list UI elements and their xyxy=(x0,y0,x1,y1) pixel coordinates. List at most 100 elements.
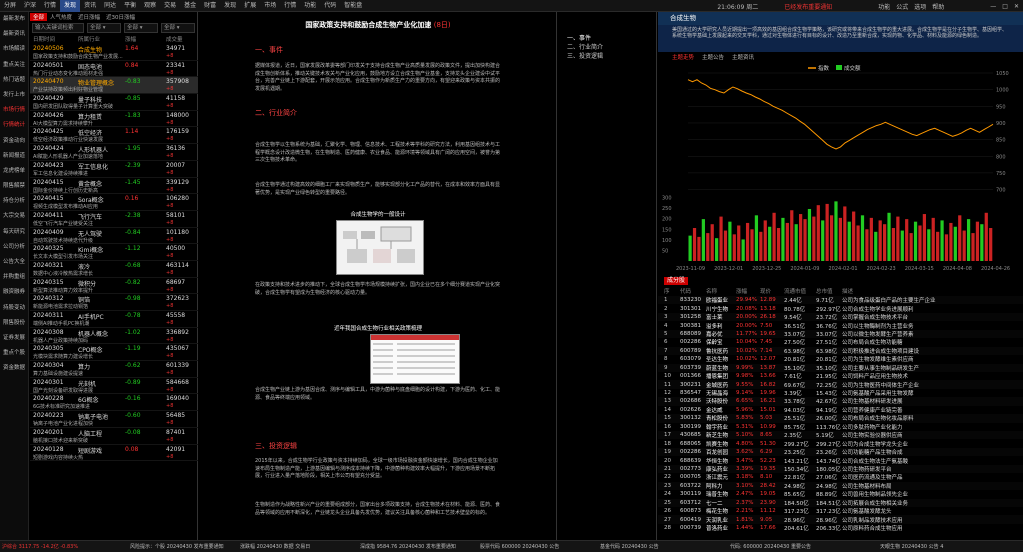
nav-item-2[interactable]: 市场解读 xyxy=(0,42,28,57)
list-item[interactable]: 20240325 Kimi概念 -1.12 40500 长文本大模型引发市场关注 +8 xyxy=(30,244,198,261)
table-row[interactable]: 6 002286 保龄宝 10.04% 7.45 27.50亿 27.51亿 公司布局合成生物… xyxy=(658,338,1023,346)
list-item[interactable]: 20240128 短剧游戏 0.08 42091 短剧游戏内容持续火热 +8 xyxy=(30,445,198,462)
minimize-icon[interactable]: — xyxy=(990,3,996,10)
list-item[interactable]: 20240228 6G概念 -0.16 169040 6G技术标准研究加速推进 +8 xyxy=(30,394,198,412)
col-vol[interactable]: 成交量 xyxy=(166,35,183,43)
list-item[interactable]: 20240304 算力 -0.62 601339 算力基础设施建设提速 +8 xyxy=(30,361,198,378)
table-row[interactable]: 5 688089 嘉必优 11.77% 19.65 33.07亿 33.07亿 公司以微生物发… xyxy=(658,329,1023,339)
list-item[interactable]: 20240223 钠离子电池 -0.60 56485 钠离子电池产业化进程加快 +8 xyxy=(30,411,198,428)
nav-item-22[interactable]: 重点个股 xyxy=(0,346,28,361)
table-row[interactable]: 3 301258 富士莱 20.00% 26.18 9.54亿 23.72亿 公司掌握合成生物… xyxy=(658,312,1023,322)
nav-item-21[interactable]: 证券发展 xyxy=(0,331,28,346)
th-1[interactable]: 代码 xyxy=(680,287,691,295)
tab-theme-news[interactable]: 主题资讯 xyxy=(732,53,754,61)
list-item[interactable]: 20240321 液冷 -0.68 463114 数据中心液冷散热需求增长 +8 xyxy=(30,261,198,278)
toc-item-3[interactable]: 三、投资逻辑 xyxy=(557,52,656,61)
nav-item-0[interactable]: 最新发布 xyxy=(0,12,28,27)
table-row[interactable]: 18 688065 凯赛生物 4.80% 51.30 299.27亿 299.27亿 公司为合… xyxy=(658,439,1023,448)
th-2[interactable]: 名称 xyxy=(706,287,717,295)
table-row[interactable]: 4 300381 溢多利 20.00% 7.50 36.51亿 36.76亿 公司以生物酶制剂… xyxy=(658,321,1023,330)
help-menu[interactable]: 帮助 xyxy=(932,2,944,11)
table-row[interactable]: 1 833230 欧福蛋业 29.94% 12.89 2.44亿 9.71亿 公司为食品级蛋白… xyxy=(658,296,1023,305)
nav-item-8[interactable]: 资金动向 xyxy=(0,134,28,149)
menu-item-12[interactable]: 扩展 xyxy=(240,0,260,12)
nav-item-10[interactable]: 龙虎榜单 xyxy=(0,164,28,179)
table-row[interactable]: 23 603722 阿科力 3.10% 28.42 24.98亿 24.98亿 公司生物基材料… xyxy=(658,481,1023,491)
list-item[interactable]: 20240425 低空经济 1.14 176159 低空经济政策推动行业快速发展 +8 xyxy=(30,127,198,145)
table-row[interactable]: 13 002686 沃特股份 6.65% 16.21 33.78亿 42.67亿 公司生物基材… xyxy=(658,397,1023,406)
table-row[interactable]: 9 603739 蔚蓝生物 9.99% 13.87 35.10亿 35.10亿 公司主要从事生… xyxy=(658,363,1023,372)
menu-item-17[interactable]: 智能盘 xyxy=(340,0,366,12)
nav-item-19[interactable]: 持股变动 xyxy=(0,301,28,316)
nav-item-3[interactable]: 重点关注 xyxy=(0,58,28,73)
list-tab-0[interactable]: 全部 xyxy=(30,12,48,21)
nav-item-5[interactable]: 发行上市 xyxy=(0,88,28,103)
menu-item-11[interactable]: 发现 xyxy=(220,0,240,12)
list-item[interactable]: 20240409 无人驾驶 -0.84 101180 自动驾驶技术持续迭代升级 +8 xyxy=(30,228,198,245)
nav-item-13[interactable]: 大宗交易 xyxy=(0,209,28,224)
nav-item-16[interactable]: 公告大全 xyxy=(0,255,28,270)
th-4[interactable]: 现价 xyxy=(760,287,771,295)
options-menu[interactable]: 选项 xyxy=(914,2,926,11)
list-item[interactable]: 20240470 物业管理概念 -0.83 357908 产业扶持政策频出利好物业管理 +… xyxy=(30,77,198,95)
nav-item-17[interactable]: 并购重组 xyxy=(0,270,28,285)
menu-item-5[interactable]: 同达 xyxy=(100,0,120,12)
tab-theme-notice[interactable]: 主题公告 xyxy=(702,53,724,61)
menu-item-3[interactable]: 发现 xyxy=(60,0,81,12)
constituents-tag[interactable]: 成分股 xyxy=(664,277,689,285)
menu-item-2[interactable]: 行情 xyxy=(40,0,60,12)
nav-item-14[interactable]: 每天研究 xyxy=(0,225,28,240)
maximize-icon[interactable]: □ xyxy=(1002,3,1008,10)
table-row[interactable]: 22 000705 浙江震元 3.18% 8.10 22.81亿 27.06亿 公司医药流通及… xyxy=(658,473,1023,481)
list-item[interactable]: 20240308 机器人概念 -1.02 336892 机器人产业政策持续加码 +8 xyxy=(30,328,198,345)
table-row[interactable]: 7 600789 鲁抗医药 10.02% 7.14 63.98亿 63.98亿 公司积极推进合… xyxy=(658,346,1023,356)
alert-text[interactable]: 已经发布重要通知 xyxy=(784,2,832,11)
nav-item-18[interactable]: 融资融券 xyxy=(0,285,28,300)
nav-item-11[interactable]: 限售解禁 xyxy=(0,179,28,194)
list-tab-1[interactable]: 人气热度 xyxy=(47,13,75,21)
list-tab-2[interactable]: 近日涨幅 xyxy=(75,13,103,21)
table-row[interactable]: 28 000739 普洛药业 1.44% 17.66 204.61亿 206.33亿 公司原料… xyxy=(658,524,1023,532)
list-item[interactable]: 20240201 人脑工程 -0.08 87401 脑机接口技术迎来新突破 +8 xyxy=(30,428,198,445)
table-row[interactable]: 8 603079 圣达生物 10.02% 12.07 20.81亿 20.81亿 公司为生物发… xyxy=(658,355,1023,363)
th-7[interactable]: 描述 xyxy=(842,287,853,295)
table-row[interactable]: 16 300199 翰宇药业 5.31% 10.99 85.75亿 113.76亿 公司多肽药… xyxy=(658,423,1023,431)
menu-item-16[interactable]: 代码 xyxy=(320,0,340,12)
list-item[interactable]: 20240429 量子科技 -0.85 41158 国内研发团队取得量子计算重大突破 +8 xyxy=(30,94,198,111)
th-6[interactable]: 总市值 xyxy=(816,287,833,295)
menu-item-9[interactable]: 基金 xyxy=(180,0,200,12)
list-item[interactable]: 20240506 合成生物 1.64 34971 国家政策支持和鼓励合成生物产业发展..… xyxy=(30,44,198,61)
nav-item-12[interactable]: 持仓分析 xyxy=(0,194,28,209)
table-row[interactable]: 21 002773 康弘药业 3.39% 19.35 150.34亿 180.05亿 公司生物… xyxy=(658,464,1023,474)
nav-item-15[interactable]: 公司分析 xyxy=(0,240,28,255)
menu-item-13[interactable]: 市场 xyxy=(260,0,280,12)
menu-item-0[interactable]: 分屏 xyxy=(0,0,20,12)
list-item[interactable]: 20240423 军工信息化 -2.39 20007 军工信息化建设持续推进 +8 xyxy=(30,161,198,178)
table-row[interactable]: 27 600419 天润乳业 1.81% 9.05 28.96亿 28.96亿 公司乳制品发酵… xyxy=(658,515,1023,524)
menu-item-4[interactable]: 资讯 xyxy=(80,0,100,12)
table-row[interactable]: 20 688639 华恒生物 3.47% 52.23 143.21亿 143.74亿 公司合成… xyxy=(658,456,1023,465)
list-item[interactable]: 20240415 黄金概念 -1.45 339129 国际金价持续上行创历史新高 +8 xyxy=(30,178,198,195)
list-item[interactable]: 20240426 算力租赁 -1.83 148000 AI大模型算力需求持续攀升 +8 xyxy=(30,111,198,128)
toc-item-2[interactable]: 二、行业简介 xyxy=(557,43,656,52)
list-tab-3[interactable]: 近30日涨幅 xyxy=(103,13,138,21)
nav-item-1[interactable]: 最新资讯 xyxy=(0,27,28,42)
nav-item-6[interactable]: 市场行情 xyxy=(0,103,28,118)
toc-item-1[interactable]: 一、事件 xyxy=(557,34,656,43)
th-0[interactable]: 序 xyxy=(664,287,670,295)
menu-item-14[interactable]: 行情 xyxy=(280,0,300,12)
menu-item-8[interactable]: 交易 xyxy=(160,0,180,12)
menu-item-7[interactable]: 观察 xyxy=(140,0,160,12)
list-item[interactable]: 20240305 CPO概念 -1.19 435067 光模块需求随算力建设增长 +8 xyxy=(30,344,198,362)
table-row[interactable]: 10 001366 播恩集团 9.98% 13.66 7.61亿 21.95亿 公司饲料产品应… xyxy=(658,372,1023,380)
list-item[interactable]: 20240301 光刻机 -0.89 584668 国产光刻设备研发取得进展 +8 xyxy=(30,378,198,395)
nav-item-9[interactable]: 新闻报道 xyxy=(0,149,28,164)
table-row[interactable]: 26 600873 梅花生物 2.21% 11.12 317.23亿 317.23亿 公司氨基… xyxy=(658,507,1023,515)
nav-item-7[interactable]: 行情统计 xyxy=(0,118,28,133)
list-item[interactable]: 20240424 人形机器人 -1.95 36136 AI赋能人形机器人产业加速落地 +8 xyxy=(30,144,198,161)
menu-item-6[interactable]: 平衡 xyxy=(120,0,140,12)
nav-item-20[interactable]: 限售股份 xyxy=(0,316,28,331)
table-row[interactable]: 19 002286 百龙创园 3.62% 6.29 23.25亿 23.26亿 公司功能糖产品… xyxy=(658,447,1023,457)
filter-select-3[interactable]: 全部 ▾ xyxy=(161,22,195,33)
table-row[interactable]: 17 430685 新芝生物 5.10% 8.65 2.35亿 5.19亿 公司生物实验仪器供… xyxy=(658,431,1023,440)
